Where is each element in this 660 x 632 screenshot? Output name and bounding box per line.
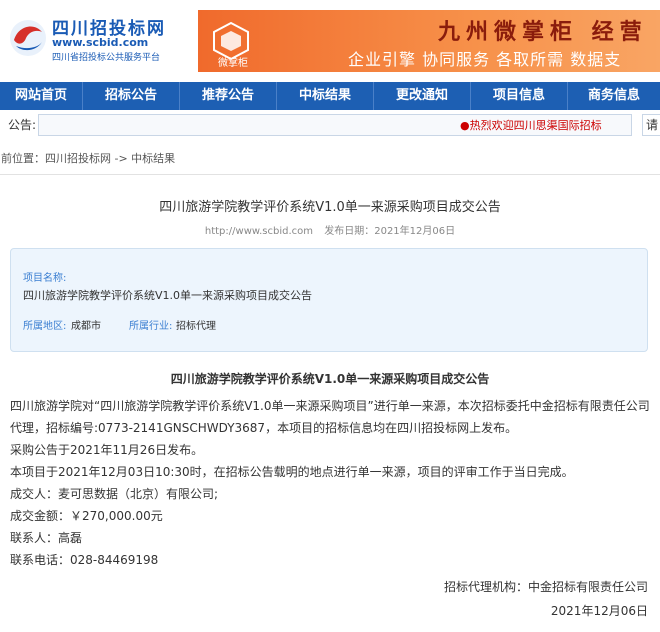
article-meta: http://www.scbid.com 发布日期：2021年12月06日	[0, 222, 660, 237]
industry-value: 招标代理	[176, 321, 216, 332]
page-title: 四川旅游学院教学评价系统V1.0单一来源采购项目成交公告	[159, 200, 501, 215]
phone-line: 联系电话：028-84469198	[10, 553, 159, 567]
nav-item-business[interactable]: 商务信息	[568, 82, 660, 110]
breadcrumb: 当前位置：四川招投标网 -> 中标结果	[0, 152, 176, 165]
site-header: 四川招投标网 www.scbid.com 四川省招投标公共服务平台 微掌柜 九州…	[0, 0, 660, 82]
nav-item-home[interactable]: 网站首页	[0, 82, 82, 110]
notice-bar: 公告: ●热烈欢迎四川思渠国际招标 请	[0, 112, 660, 138]
banner-brand: 微掌柜	[218, 58, 248, 69]
announcement-line: 本项目于2021年12月03日10:30时，在招标公告载明的地点进行单一来源，项…	[10, 465, 574, 479]
project-name-value: 四川旅游学院教学评价系统V1.0单一来源采购项目成交公告	[23, 289, 313, 302]
announcement-heading: 四川旅游学院教学评价系统V1.0单一来源采购项目成交公告	[170, 372, 490, 386]
nav-item-changes[interactable]: 更改通知	[374, 82, 470, 110]
source-url-link[interactable]: http://www.scbid.com	[205, 226, 313, 237]
announcement-line: 采购公告于2021年11月26日发布。	[10, 443, 204, 457]
publish-date: 发布日期：2021年12月06日	[324, 226, 456, 237]
logo-url: www.scbid.com	[52, 36, 149, 49]
region-value: 成都市	[71, 321, 101, 332]
notice-scroll-text[interactable]: ●热烈欢迎四川思渠国际招标	[460, 117, 618, 133]
divider	[0, 174, 660, 175]
contact-line: 联系人：高磊	[10, 531, 83, 545]
amount-line: 成交金额：￥270,000.00元	[10, 509, 163, 523]
nav-item-recommended[interactable]: 推荐公告	[180, 82, 276, 110]
ad-banner[interactable]: 微掌柜 九州微掌柜 经营 企业引擎 协同服务 各取所需 数据支	[198, 10, 660, 72]
notice-side-button[interactable]: 请	[642, 114, 660, 136]
industry-label: 所属行业:	[129, 321, 173, 332]
sichuan-map-logo-icon	[10, 20, 46, 56]
announcement-body: 四川旅游学院教学评价系统V1.0单一来源采购项目成交公告 四川旅游学院对“四川旅…	[10, 370, 650, 571]
banner-pagination-dots[interactable]	[556, 66, 580, 72]
nav-item-tender[interactable]: 招标公告	[83, 82, 179, 110]
region-label: 所属地区:	[23, 321, 67, 332]
announcement-paragraph: 四川旅游学院对“四川旅游学院教学评价系统V1.0单一来源采购项目”进行单一来源，…	[10, 399, 650, 435]
agency-signature: 招标代理机构：中金招标有限责任公司	[443, 580, 648, 594]
winner-line: 成交人：麦可思数据（北京）有限公司;	[10, 487, 219, 501]
project-name-label: 项目名称:	[23, 273, 67, 284]
banner-title: 九州微掌柜 经营	[438, 19, 648, 45]
logo-subtitle: 四川省招投标公共服务平台	[52, 53, 161, 63]
main-nav: 网站首页 招标公告 推荐公告 中标结果 更改通知 项目信息 商务信息	[0, 82, 660, 110]
nav-item-results[interactable]: 中标结果	[277, 82, 373, 110]
banner-tagline: 企业引擎 协同服务 各取所需 数据支	[348, 50, 622, 69]
nav-item-projects[interactable]: 项目信息	[471, 82, 567, 110]
site-logo[interactable]: 四川招投标网 www.scbid.com 四川省招投标公共服务平台	[8, 14, 188, 64]
project-info-box: 项目名称: 四川旅游学院教学评价系统V1.0单一来源采购项目成交公告 所属地区:…	[10, 248, 648, 352]
notice-label: 公告:	[8, 118, 37, 132]
signature-date: 2021年12月06日	[550, 604, 648, 618]
